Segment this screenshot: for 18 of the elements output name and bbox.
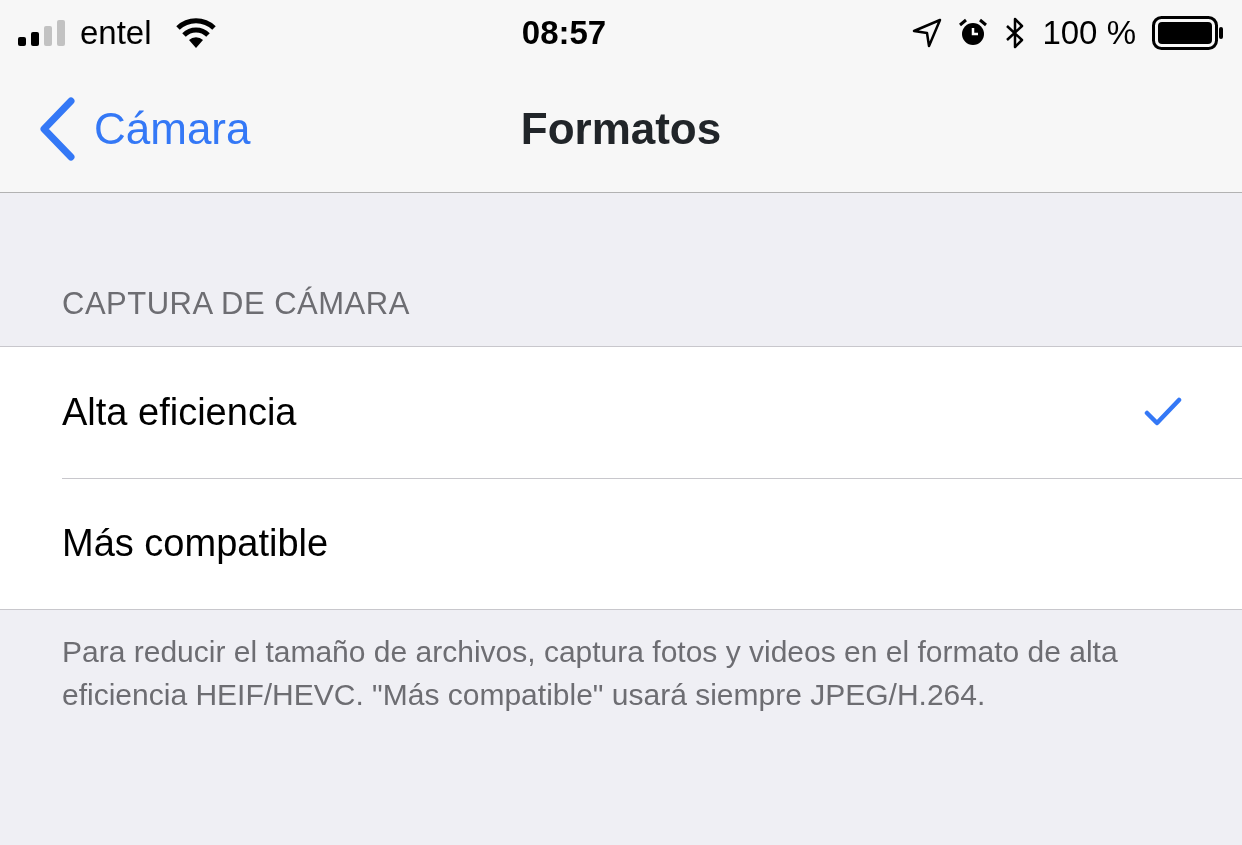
signal-icon bbox=[18, 20, 68, 46]
option-label: Más compatible bbox=[62, 521, 329, 566]
alarm-clock-icon bbox=[958, 18, 989, 48]
back-chevron-icon bbox=[38, 97, 76, 161]
option-row[interactable]: Alta eficiencia bbox=[62, 346, 1242, 478]
option-label: Alta eficiencia bbox=[62, 389, 297, 435]
page-title: Formatos bbox=[520, 103, 722, 155]
wifi-icon bbox=[175, 18, 216, 48]
back-button[interactable]: Cámara bbox=[38, 96, 251, 162]
battery-icon bbox=[1152, 16, 1224, 50]
status-time: 08:57 bbox=[521, 13, 607, 54]
location-arrow-icon bbox=[912, 18, 943, 48]
section-footer: Para reducir el tamaño de archivos, captura fotos y videos en el formato de alta eficiencia HEIF/HEVC. "Más compatible" usará siempre JPEG/H.264. bbox=[0, 609, 1242, 736]
carrier-name: entel bbox=[80, 13, 152, 54]
checkmark-icon bbox=[1144, 397, 1182, 427]
battery-percentage: 100 % bbox=[1042, 13, 1136, 54]
section-header: CAPTURA DE CÁMARA bbox=[61, 285, 411, 323]
option-row[interactable]: Más compatible bbox=[62, 477, 1242, 609]
